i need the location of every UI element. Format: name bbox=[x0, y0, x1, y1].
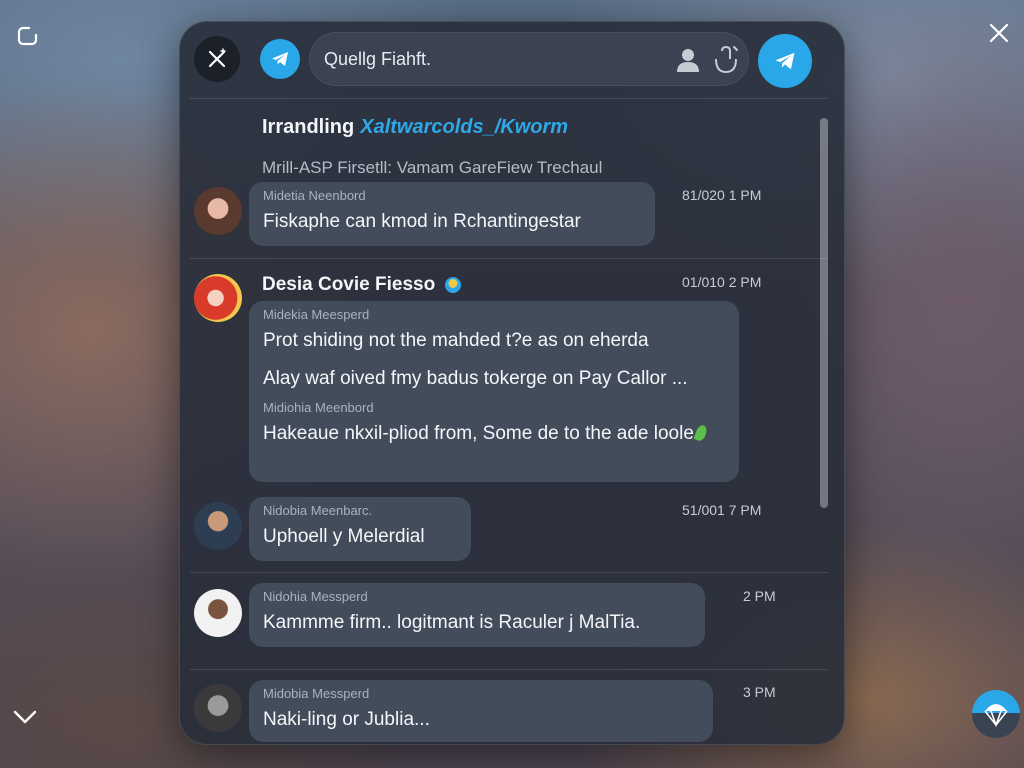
send-button[interactable] bbox=[758, 34, 812, 88]
telegram-button[interactable] bbox=[260, 39, 300, 79]
sender-name: Midobia Messperd bbox=[263, 686, 370, 701]
message-bubble[interactable]: Midekia Meesperd Prot shiding not the ma… bbox=[249, 301, 739, 482]
close-sparkle-icon bbox=[208, 48, 226, 68]
contact-name-text: Desia Covie Fiesso bbox=[262, 274, 436, 295]
message-time: 01/010 2 PM bbox=[682, 274, 762, 290]
sender-name: Nidobia Meenbarc. bbox=[263, 503, 373, 518]
avatar[interactable] bbox=[194, 187, 242, 235]
message-text: Naki-ling or Jublia... bbox=[263, 709, 430, 730]
search-input[interactable] bbox=[324, 48, 654, 70]
sender-name: Midetia Neenbord bbox=[263, 188, 366, 203]
window-control-icon[interactable] bbox=[14, 22, 42, 50]
message-text: Kammme firm.. logitmant is Raculer j Mal… bbox=[263, 612, 641, 633]
parachute-icon[interactable] bbox=[972, 690, 1020, 738]
avatar[interactable] bbox=[194, 684, 242, 732]
message-time: 2 PM bbox=[743, 588, 776, 604]
close-button[interactable] bbox=[194, 36, 240, 82]
title-text: Irrandling bbox=[262, 116, 355, 138]
chat-panel: IrrandlingXaltwarcolds_/Kworm Mrill-ASP … bbox=[179, 21, 845, 745]
search-bar[interactable] bbox=[309, 32, 749, 86]
sender-name: Midekia Meesperd bbox=[263, 307, 370, 322]
leaf-emoji-icon bbox=[693, 423, 709, 443]
message-text: Prot shiding not the mahded t?e as on eh… bbox=[263, 330, 649, 351]
verified-badge-icon bbox=[445, 277, 462, 293]
message-text: Fiskaphe can kmod in Rchantingestar bbox=[263, 211, 581, 232]
top-bar bbox=[180, 22, 844, 100]
message-time: 51/001 7 PM bbox=[682, 502, 762, 518]
user-icon[interactable] bbox=[674, 46, 702, 79]
divider bbox=[190, 669, 828, 670]
message-bubble[interactable]: Midobia Messperd Naki-ling or Jublia... bbox=[249, 680, 713, 742]
message-text-content: Hakeaue nkxil-pliod from, Some de to the… bbox=[263, 423, 694, 444]
sender-name: Nidohia Messperd bbox=[263, 589, 368, 604]
send-icon bbox=[775, 52, 795, 70]
message-time: 3 PM bbox=[743, 684, 776, 700]
message-text: Uphoell y Melerdial bbox=[263, 526, 425, 547]
divider bbox=[190, 258, 828, 259]
chevron-down-icon[interactable] bbox=[10, 702, 40, 732]
message-time: 81/020 1 PM bbox=[682, 187, 762, 203]
message-text: Alay waf oived fmy badus tokerge on Pay … bbox=[263, 368, 688, 389]
close-icon[interactable] bbox=[984, 18, 1014, 48]
message-bubble[interactable]: Midetia Neenbord Fiskaphe can kmod in Rc… bbox=[249, 182, 655, 246]
avatar[interactable] bbox=[194, 502, 242, 550]
telegram-icon bbox=[272, 52, 288, 66]
message-bubble[interactable]: Nidobia Meenbarc. Uphoell y Melerdial bbox=[249, 497, 471, 561]
title-accent-link[interactable]: Xaltwarcolds_/Kworm bbox=[360, 116, 568, 138]
conversation-subtitle: Mrill-ASP Firsetll: Vamam GareFiew Trech… bbox=[262, 158, 603, 177]
conversation-title: Irrandling Xaltwarcolds_/Kworm bbox=[262, 116, 568, 139]
microphone-icon[interactable] bbox=[712, 45, 740, 80]
divider bbox=[190, 572, 828, 573]
scrollbar[interactable] bbox=[820, 118, 828, 508]
avatar[interactable] bbox=[194, 589, 242, 637]
sender-name: Midiohia Meenbord bbox=[263, 400, 374, 415]
divider bbox=[190, 98, 828, 99]
avatar[interactable] bbox=[194, 274, 242, 322]
message-text: Hakeaue nkxil-pliod from, Some de to the… bbox=[263, 421, 725, 447]
contact-name[interactable]: Desia Covie Fiesso bbox=[262, 274, 462, 296]
message-bubble[interactable]: Nidohia Messperd Kammme firm.. logitmant… bbox=[249, 583, 705, 647]
